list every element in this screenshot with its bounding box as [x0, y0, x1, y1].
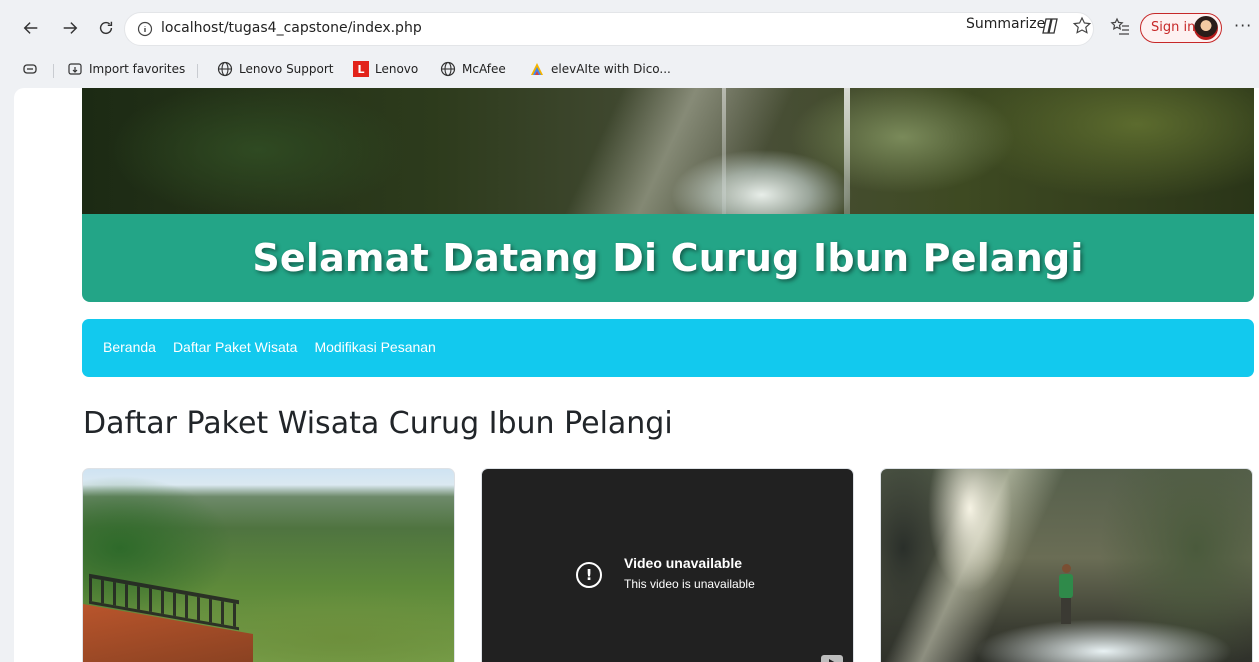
hero-banner: Selamat Datang Di Curug Ibun Pelangi: [82, 88, 1254, 302]
elevaite-icon: [531, 63, 543, 75]
video-unavailable-message: ! Video unavailable This video is unavai…: [576, 555, 755, 591]
favorite-star-icon[interactable]: [1072, 16, 1092, 36]
bookmark-mcafee[interactable]: McAfee: [440, 61, 506, 77]
back-button[interactable]: [20, 17, 42, 39]
bookmark-import-favorites[interactable]: Import favorites: [67, 61, 185, 77]
package-card-canyon[interactable]: [880, 468, 1253, 662]
video-unavailable-subtitle: This video is unavailable: [624, 577, 755, 591]
sign-in-label: Sign in: [1151, 20, 1196, 35]
video-player[interactable]: ! Video unavailable This video is unavai…: [481, 468, 854, 662]
nav-link-daftar-paket-wisata[interactable]: Daftar Paket Wisata: [173, 339, 298, 355]
more-menu-button[interactable]: ···: [1234, 16, 1252, 35]
bookmark-label: Import favorites: [89, 62, 186, 76]
bookmark-lenovo[interactable]: L Lenovo: [353, 61, 418, 77]
sidebar-toggle-button[interactable]: [22, 61, 38, 77]
refresh-button[interactable]: [95, 17, 117, 39]
summarize-button[interactable]: Summarize: [966, 16, 1045, 32]
refresh-icon: [99, 21, 113, 35]
youtube-icon[interactable]: [821, 655, 843, 662]
bookmarks-bar: Import favorites Lenovo Support L Lenovo…: [0, 56, 1259, 84]
waterfall-banner-image: [82, 88, 1254, 214]
bookmark-label: McAfee: [462, 62, 506, 76]
video-unavailable-title: Video unavailable: [624, 555, 743, 571]
browser-toolbar: localhost/tugas4_capstone/index.php Summ…: [0, 0, 1259, 56]
forward-button[interactable]: [59, 17, 81, 39]
bookmark-elevaite[interactable]: elevAIte with Dico...: [529, 61, 671, 77]
sign-in-button[interactable]: Sign in: [1140, 13, 1222, 43]
arrow-right-icon: [63, 22, 78, 34]
package-card-mountain-view[interactable]: [82, 468, 455, 662]
import-icon: [68, 63, 82, 75]
waterfall-stream: [844, 88, 850, 214]
globe-icon: [217, 61, 233, 77]
hiker-figure: [1059, 564, 1073, 626]
bookmark-label: Lenovo Support: [239, 62, 334, 76]
url-text[interactable]: localhost/tugas4_capstone/index.php: [161, 20, 422, 36]
alert-icon: !: [576, 562, 602, 588]
main-navbar: Beranda Daftar Paket Wisata Modifikasi P…: [82, 319, 1254, 377]
hero-title-band: Selamat Datang Di Curug Ibun Pelangi: [82, 214, 1254, 302]
lenovo-logo-icon: L: [353, 61, 369, 77]
info-icon[interactable]: [137, 21, 153, 37]
favorites-icon[interactable]: [1110, 17, 1130, 37]
nav-link-beranda[interactable]: Beranda: [103, 339, 156, 355]
copilot-icon[interactable]: [1040, 16, 1060, 36]
waterfall-stream: [722, 88, 726, 214]
avatar: [1194, 16, 1218, 40]
hero-title: Selamat Datang Di Curug Ibun Pelangi: [252, 236, 1084, 280]
bookmark-separator: [197, 64, 198, 78]
nav-link-modifikasi-pesanan[interactable]: Modifikasi Pesanan: [314, 339, 435, 355]
page-viewport: Selamat Datang Di Curug Ibun Pelangi Ber…: [14, 88, 1259, 662]
bookmark-label: elevAIte with Dico...: [551, 62, 671, 76]
globe-icon: [440, 61, 456, 77]
arrow-left-icon: [23, 22, 38, 34]
bookmark-label: Lenovo: [375, 62, 419, 76]
bookmark-lenovo-support[interactable]: Lenovo Support: [217, 61, 334, 77]
address-bar[interactable]: localhost/tugas4_capstone/index.php: [124, 12, 1094, 46]
bookmark-separator: [53, 64, 54, 78]
section-title: Daftar Paket Wisata Curug Ibun Pelangi: [83, 406, 673, 441]
sidebar-toggle-icon: [23, 64, 37, 74]
